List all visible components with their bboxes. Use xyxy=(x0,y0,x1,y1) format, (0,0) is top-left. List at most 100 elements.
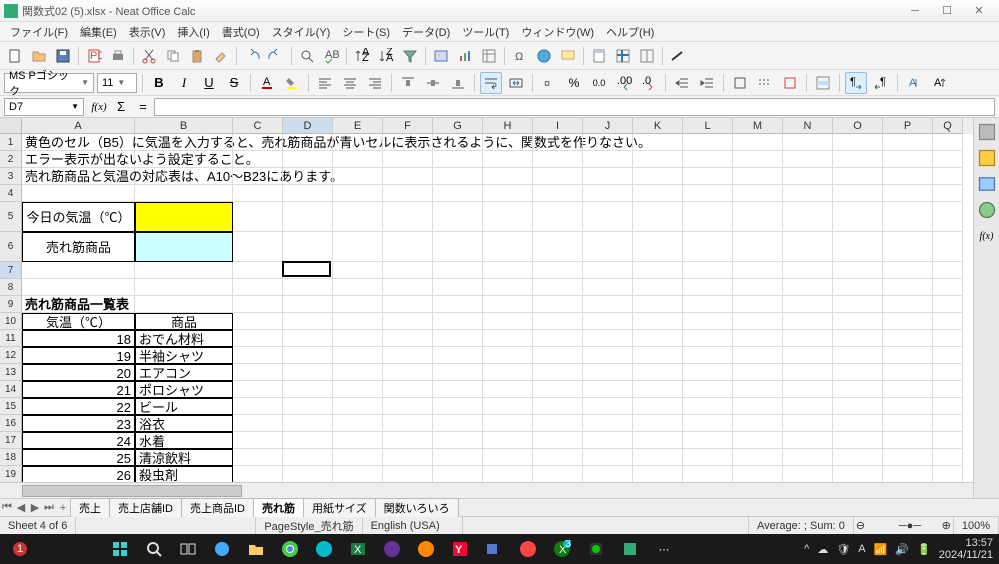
cell-L12[interactable] xyxy=(683,347,733,364)
cell-C1[interactable] xyxy=(233,134,283,151)
cell-A3[interactable]: 売れ筋商品と気温の対応表は、A10～B23にあります。 xyxy=(22,168,135,185)
open-button[interactable] xyxy=(28,45,50,67)
cell-I17[interactable] xyxy=(533,432,583,449)
cell-H14[interactable] xyxy=(483,381,533,398)
row-header-15[interactable]: 15 xyxy=(0,398,22,415)
cell-P13[interactable] xyxy=(883,364,933,381)
cell-H4[interactable] xyxy=(483,185,533,202)
cell-G10[interactable] xyxy=(433,313,483,330)
menu-シートS[interactable]: シート(S) xyxy=(336,22,396,42)
cell-E14[interactable] xyxy=(333,381,383,398)
search-icon[interactable] xyxy=(140,536,168,562)
cell-M13[interactable] xyxy=(733,364,783,381)
cell-B3[interactable] xyxy=(135,168,233,185)
comment-button[interactable] xyxy=(557,45,579,67)
font-color-button[interactable]: A xyxy=(256,72,278,94)
cell-O9[interactable] xyxy=(833,296,883,313)
cell-I5[interactable] xyxy=(533,202,583,232)
cell-M14[interactable] xyxy=(733,381,783,398)
cell-O18[interactable] xyxy=(833,449,883,466)
cell-P15[interactable] xyxy=(883,398,933,415)
tab-next-button[interactable]: ▶ xyxy=(28,501,42,514)
cell-Q12[interactable] xyxy=(933,347,963,364)
cell-A5[interactable]: 今日の気温（℃） xyxy=(22,202,135,232)
cell-G16[interactable] xyxy=(433,415,483,432)
cell-H15[interactable] xyxy=(483,398,533,415)
cell-M10[interactable] xyxy=(733,313,783,330)
cell-G14[interactable] xyxy=(433,381,483,398)
format-paintbrush-button[interactable] xyxy=(210,45,232,67)
cell-F13[interactable] xyxy=(383,364,433,381)
cell-C4[interactable] xyxy=(233,185,283,202)
cell-E5[interactable] xyxy=(333,202,383,232)
cell-E16[interactable] xyxy=(333,415,383,432)
app-icon-1[interactable] xyxy=(378,536,406,562)
cell-N12[interactable] xyxy=(783,347,833,364)
cell-K12[interactable] xyxy=(633,347,683,364)
row-header-16[interactable]: 16 xyxy=(0,415,22,432)
cell-F9[interactable] xyxy=(383,296,433,313)
cell-B19[interactable]: 殺虫剤 xyxy=(135,466,233,482)
cell-A1[interactable]: 黄色のセル（B5）に気温を入力すると、売れ筋商品が青いセルに表示されるように、関… xyxy=(22,134,135,151)
cell-C5[interactable] xyxy=(233,202,283,232)
cell-C16[interactable] xyxy=(233,415,283,432)
cell-A6[interactable]: 売れ筋商品 xyxy=(22,232,135,262)
cell-B7[interactable] xyxy=(135,262,233,279)
cell-H16[interactable] xyxy=(483,415,533,432)
cell-H5[interactable] xyxy=(483,202,533,232)
cell-J2[interactable] xyxy=(583,151,633,168)
cell-L7[interactable] xyxy=(683,262,733,279)
row-header-9[interactable]: 9 xyxy=(0,296,22,313)
text-direction-vert-button[interactable]: A xyxy=(928,72,950,94)
cell-L6[interactable] xyxy=(683,232,733,262)
export-pdf-button[interactable]: PDF xyxy=(83,45,105,67)
cell-C7[interactable] xyxy=(233,262,283,279)
align-left-button[interactable] xyxy=(314,72,336,94)
cell-G8[interactable] xyxy=(433,279,483,296)
teams-icon[interactable] xyxy=(480,536,508,562)
cell-M1[interactable] xyxy=(733,134,783,151)
bold-button[interactable]: B xyxy=(148,72,170,94)
cell-M18[interactable] xyxy=(733,449,783,466)
sum-button[interactable]: Σ xyxy=(110,96,132,118)
tab-first-button[interactable]: ⏮ xyxy=(0,501,14,514)
cell-I10[interactable] xyxy=(533,313,583,330)
border-color-button[interactable] xyxy=(779,72,801,94)
col-header-C[interactable]: C xyxy=(233,118,283,134)
sidebar-styles-icon[interactable] xyxy=(977,148,997,168)
cell-E3[interactable] xyxy=(333,168,383,185)
cell-Q6[interactable] xyxy=(933,232,963,262)
cell-I14[interactable] xyxy=(533,381,583,398)
cell-L4[interactable] xyxy=(683,185,733,202)
remove-decimal-button[interactable]: .0 xyxy=(638,72,660,94)
cell-E6[interactable] xyxy=(333,232,383,262)
cell-A12[interactable]: 19 xyxy=(22,347,135,364)
menu-ウィンドウW[interactable]: ウィンドウ(W) xyxy=(515,22,600,42)
cell-M15[interactable] xyxy=(733,398,783,415)
cell-C12[interactable] xyxy=(233,347,283,364)
cell-F11[interactable] xyxy=(383,330,433,347)
cell-J12[interactable] xyxy=(583,347,633,364)
col-header-D[interactable]: D xyxy=(283,118,333,134)
cell-L11[interactable] xyxy=(683,330,733,347)
system-tray[interactable]: ^ ☁ 🛡 A 📶 🔊 🔋 13:57 2024/11/21 xyxy=(804,537,993,561)
cell-E17[interactable] xyxy=(333,432,383,449)
cell-H19[interactable] xyxy=(483,466,533,482)
cell-Q15[interactable] xyxy=(933,398,963,415)
cell-M7[interactable] xyxy=(733,262,783,279)
menu-ツールT[interactable]: ツール(T) xyxy=(456,22,515,42)
cell-O17[interactable] xyxy=(833,432,883,449)
cell-E13[interactable] xyxy=(333,364,383,381)
col-header-G[interactable]: G xyxy=(433,118,483,134)
cell-B18[interactable]: 清涼飲料 xyxy=(135,449,233,466)
cell-I7[interactable] xyxy=(533,262,583,279)
cell-G17[interactable] xyxy=(433,432,483,449)
cell-I15[interactable] xyxy=(533,398,583,415)
cell-P16[interactable] xyxy=(883,415,933,432)
cell-H10[interactable] xyxy=(483,313,533,330)
cell-N13[interactable] xyxy=(783,364,833,381)
cell-H7[interactable] xyxy=(483,262,533,279)
cell-B9[interactable] xyxy=(135,296,233,313)
text-direction-button[interactable]: A xyxy=(903,72,925,94)
cell-P18[interactable] xyxy=(883,449,933,466)
